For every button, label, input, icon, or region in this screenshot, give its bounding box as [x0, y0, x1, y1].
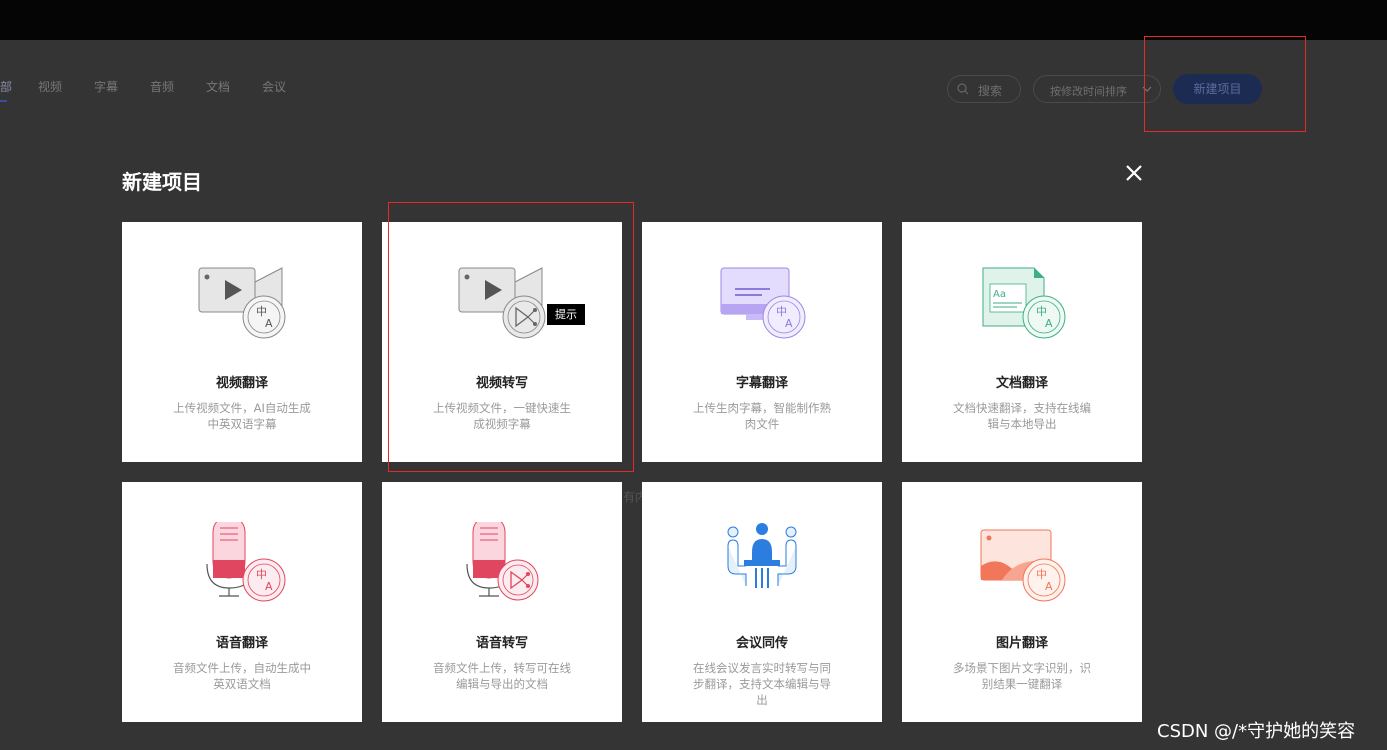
svg-text:A: A: [265, 580, 273, 593]
card-title: 语音转写: [475, 636, 528, 651]
card-title: 文档翻译: [995, 376, 1048, 391]
card-video-translate[interactable]: 中 A 视频翻译 上传视频文件，AI自动生成中英双语字幕: [122, 222, 362, 462]
tooltip: 提示: [547, 304, 585, 325]
card-document-translate[interactable]: Aa 中 A 文档翻译 文档快速翻译，支持在线编辑与本地导出: [902, 222, 1142, 462]
video-translate-icon: 中 A: [198, 267, 286, 339]
svg-text:Aa: Aa: [993, 289, 1006, 300]
card-description: 上传视频文件，AI自动生成中英双语字幕: [173, 401, 311, 431]
top-bar: [0, 0, 1387, 40]
card-title: 图片翻译: [995, 636, 1048, 651]
tab-meeting[interactable]: 会议: [262, 78, 286, 95]
new-project-button[interactable]: 新建项目: [1173, 74, 1262, 104]
tab-document[interactable]: 文档: [206, 78, 230, 95]
card-subtitle-translate[interactable]: 中 A 字幕翻译 上传生肉字幕，智能制作熟肉文件: [642, 222, 882, 462]
search-placeholder: 搜索: [978, 84, 1003, 98]
svg-text:A: A: [265, 317, 273, 330]
tab-all[interactable]: 部: [0, 78, 12, 95]
card-description: 音频文件上传，自动生成中英双语文档: [173, 661, 311, 691]
card-title: 视频翻译: [215, 376, 268, 391]
card-description: 在线会议发言实时转写与同步翻译，支持文本编辑与导出: [693, 661, 831, 707]
card-audio-translate[interactable]: 中 A 语音翻译 音频文件上传，自动生成中英双语文档: [122, 482, 362, 722]
svg-text:A: A: [1045, 317, 1053, 330]
card-audio-transcribe[interactable]: 语音转写 音频文件上传，转写可在线编辑与导出的文档: [382, 482, 622, 722]
search-input[interactable]: 搜索: [947, 75, 1021, 103]
card-description: 文档快速翻译，支持在线编辑与本地导出: [953, 401, 1091, 431]
search-icon: [957, 83, 969, 95]
video-transcribe-icon: [458, 267, 546, 339]
svg-text:A: A: [785, 317, 793, 330]
active-tab-indicator: [0, 100, 7, 102]
sort-dropdown[interactable]: 按修改时间排序: [1033, 75, 1161, 103]
card-title: 视频转写: [475, 376, 528, 391]
document-translate-icon: Aa 中 A: [982, 267, 1066, 339]
chevron-down-icon: [1142, 86, 1152, 92]
subtitle-translate-icon: 中 A: [720, 267, 806, 339]
card-description: 音频文件上传，转写可在线编辑与导出的文档: [433, 661, 571, 691]
card-title: 语音翻译: [215, 636, 268, 651]
card-description: 上传生肉字幕，智能制作熟肉文件: [693, 401, 831, 431]
card-meeting-interpret[interactable]: 会议同传 在线会议发言实时转写与同步翻译，支持文本编辑与导出: [642, 482, 882, 722]
card-description: 多场景下图片文字识别，识别结果一键翻译: [953, 661, 1091, 691]
watermark: CSDN @/*守护她的笑容: [1157, 721, 1356, 742]
tab-subtitle[interactable]: 字幕: [94, 78, 118, 95]
audio-translate-icon: 中 A: [206, 522, 286, 602]
tab-audio[interactable]: 音频: [150, 78, 174, 95]
card-description: 上传视频文件，一键快速生成视频字幕: [433, 401, 571, 431]
modal-title: 新建项目: [122, 170, 202, 194]
card-title: 字幕翻译: [735, 376, 788, 391]
card-video-transcribe[interactable]: 视频转写 上传视频文件，一键快速生成视频字幕: [382, 222, 622, 462]
audio-transcribe-icon: [466, 522, 539, 601]
card-image-translate[interactable]: 中 A 图片翻译 多场景下图片文字识别，识别结果一键翻译: [902, 482, 1142, 722]
sort-label: 按修改时间排序: [1050, 85, 1127, 98]
card-title: 会议同传: [735, 636, 788, 651]
image-translate-icon: 中 A: [980, 529, 1066, 602]
meeting-interpret-icon: [727, 523, 797, 588]
svg-text:A: A: [1045, 580, 1053, 593]
close-icon[interactable]: [1124, 163, 1144, 183]
tab-video[interactable]: 视频: [38, 78, 62, 95]
